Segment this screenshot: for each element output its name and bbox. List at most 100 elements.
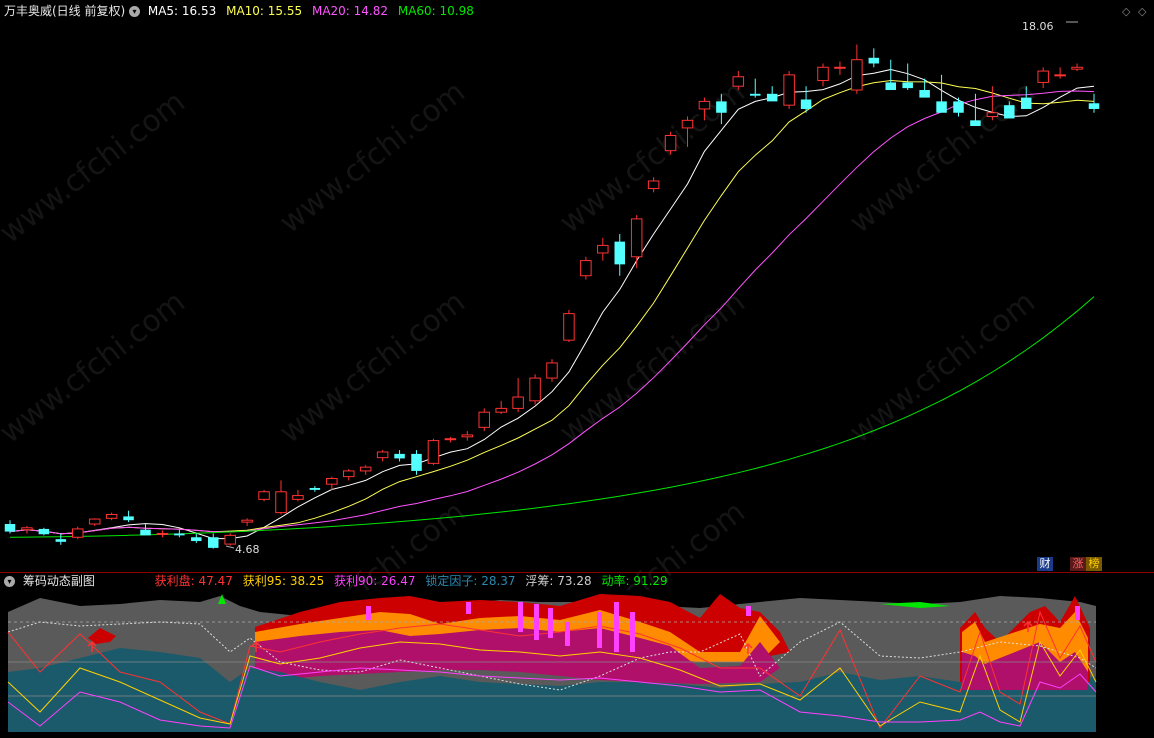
- candle[interactable]: [647, 177, 660, 193]
- candle[interactable]: [241, 518, 253, 526]
- candle-body: [630, 218, 643, 258]
- candle[interactable]: [986, 86, 999, 121]
- candle[interactable]: [191, 533, 202, 543]
- candle[interactable]: [1020, 86, 1032, 109]
- candle-body: [224, 534, 236, 545]
- candle[interactable]: [1071, 63, 1083, 72]
- high-price-label: 18.06: [1022, 20, 1054, 33]
- candle[interactable]: [716, 93, 727, 125]
- candle[interactable]: [749, 78, 761, 98]
- candle[interactable]: [21, 525, 33, 534]
- candle[interactable]: [495, 400, 507, 415]
- candle-body: [38, 528, 50, 535]
- candle[interactable]: [817, 63, 829, 87]
- candle-body: [546, 362, 558, 379]
- candle[interactable]: [427, 438, 440, 466]
- candle[interactable]: [1088, 93, 1100, 113]
- candle[interactable]: [207, 533, 219, 549]
- candle[interactable]: [834, 61, 846, 75]
- candle[interactable]: [88, 518, 101, 526]
- profit95-label: 获利95: 38.25: [242, 574, 325, 588]
- candle[interactable]: [342, 469, 355, 481]
- candle[interactable]: [529, 374, 541, 405]
- candle[interactable]: [614, 234, 626, 276]
- candle[interactable]: [326, 476, 338, 490]
- candle-body: [529, 377, 541, 402]
- candle[interactable]: [123, 510, 134, 523]
- candle-body: [783, 74, 795, 106]
- candle[interactable]: [140, 523, 151, 536]
- finance-badge[interactable]: 财: [1037, 557, 1053, 571]
- candle[interactable]: [478, 408, 491, 432]
- candle-body: [359, 466, 372, 472]
- candle[interactable]: [664, 131, 677, 155]
- candle[interactable]: [868, 48, 880, 68]
- candle[interactable]: [394, 450, 405, 462]
- candle[interactable]: [1004, 101, 1015, 119]
- toggle-indicator-icon[interactable]: ◇: [1138, 5, 1146, 18]
- candle[interactable]: [580, 256, 592, 280]
- candle[interactable]: [885, 59, 897, 91]
- candle[interactable]: [936, 74, 947, 113]
- candle-body: [140, 529, 151, 536]
- candle[interactable]: [55, 533, 67, 545]
- candle[interactable]: [851, 44, 863, 94]
- candle[interactable]: [156, 530, 169, 538]
- chip-distribution-subchart[interactable]: [0, 572, 1154, 738]
- candle[interactable]: [359, 465, 372, 475]
- candle[interactable]: [732, 71, 745, 91]
- candle[interactable]: [444, 436, 457, 443]
- low-price-label: 4.68: [235, 543, 260, 556]
- candle-body: [394, 453, 405, 459]
- candle[interactable]: [1054, 67, 1066, 79]
- candle[interactable]: [292, 489, 304, 502]
- candle[interactable]: [461, 431, 474, 441]
- candle[interactable]: [4, 520, 16, 534]
- momentum-label: 动率: 91.29: [601, 574, 668, 588]
- candle-body: [461, 434, 474, 438]
- candle-body: [478, 411, 491, 428]
- candle[interactable]: [1037, 67, 1049, 89]
- candle-body: [834, 66, 846, 69]
- candle-body: [1071, 66, 1083, 70]
- candle[interactable]: [783, 71, 795, 109]
- candle[interactable]: [258, 489, 270, 502]
- candle[interactable]: [766, 86, 778, 102]
- candle[interactable]: [597, 237, 609, 261]
- candle[interactable]: [309, 486, 321, 492]
- candle[interactable]: [953, 97, 964, 117]
- candle[interactable]: [512, 378, 524, 413]
- candle[interactable]: [800, 86, 812, 113]
- candle[interactable]: [563, 309, 575, 343]
- ranking-badge[interactable]: 榜: [1086, 557, 1102, 571]
- candle[interactable]: [902, 63, 913, 91]
- chevron-down-icon[interactable]: ▾: [129, 6, 141, 17]
- limit-up-badge[interactable]: 涨: [1070, 557, 1086, 571]
- stock-title[interactable]: 万丰奥威(日线 前复权): [4, 4, 125, 18]
- candle[interactable]: [174, 529, 185, 538]
- candle[interactable]: [105, 512, 118, 521]
- low-marker: 4.68: [225, 543, 260, 556]
- candle-body: [71, 528, 84, 538]
- candle[interactable]: [411, 450, 422, 475]
- diamond-icon[interactable]: ◇: [1122, 5, 1130, 18]
- candle[interactable]: [38, 527, 50, 536]
- candle[interactable]: [546, 359, 558, 382]
- candle[interactable]: [275, 480, 287, 515]
- candle-body: [427, 440, 440, 464]
- candle[interactable]: [224, 533, 236, 546]
- candle-body: [1037, 70, 1049, 83]
- candle[interactable]: [376, 450, 389, 462]
- subchart-title[interactable]: 筹码动态副图: [23, 574, 95, 588]
- candle[interactable]: [681, 116, 694, 147]
- candle-body: [614, 241, 626, 265]
- candle[interactable]: [71, 526, 84, 540]
- candle-body: [105, 514, 118, 519]
- candlestick-chart[interactable]: 18.06 4.68: [0, 0, 1154, 572]
- chevron-down-icon[interactable]: ▾: [4, 576, 15, 587]
- candle-body: [647, 180, 660, 190]
- candle-body: [495, 407, 507, 413]
- candle[interactable]: [698, 97, 711, 121]
- candle[interactable]: [630, 215, 643, 269]
- candle-body: [1088, 103, 1100, 109]
